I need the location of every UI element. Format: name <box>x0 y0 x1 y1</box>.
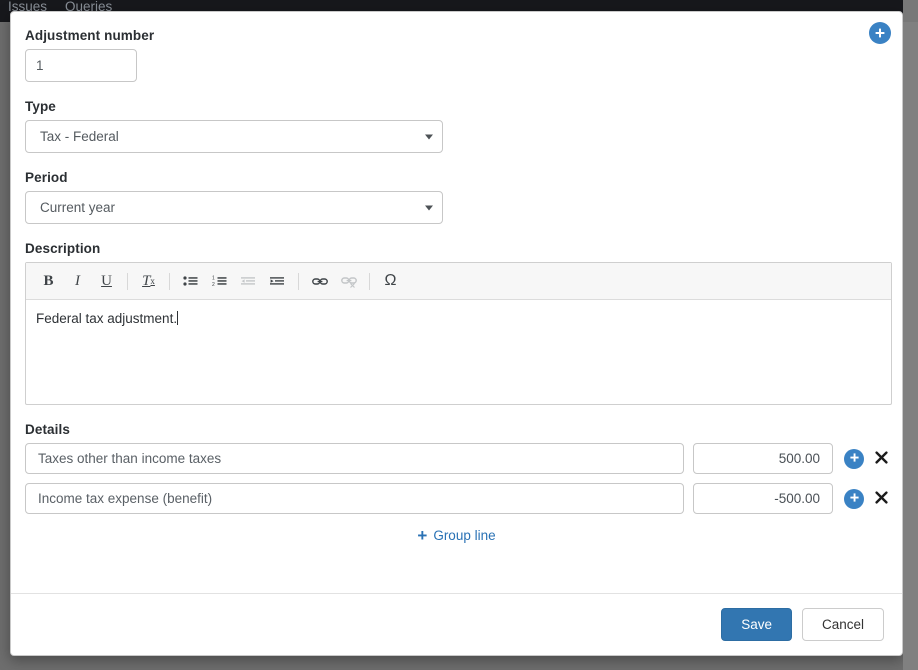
rich-text-editor: B I U Tx <box>25 262 892 405</box>
page-scrollbar-thumb[interactable] <box>903 22 918 670</box>
cancel-button[interactable]: Cancel <box>802 608 884 641</box>
period-select-value: Current year <box>40 200 115 215</box>
adjustment-number-label: Adjustment number <box>25 28 888 43</box>
unlink-icon[interactable] <box>335 268 362 294</box>
numbered-list-icon[interactable]: 1 2 <box>206 268 233 294</box>
detail-description-input[interactable]: Taxes other than income taxes <box>25 443 684 474</box>
plus-circle-icon <box>874 27 886 39</box>
text-cursor <box>177 311 178 325</box>
save-button[interactable]: Save <box>721 608 792 641</box>
type-select-value: Tax - Federal <box>40 129 119 144</box>
table-row: Income tax expense (benefit) -500.00 <box>25 483 888 514</box>
add-adjustment-button[interactable] <box>869 22 891 44</box>
description-label: Description <box>25 241 888 256</box>
modal-body: Adjustment number Type Tax - Federal Per… <box>11 12 902 593</box>
editor-toolbar: B I U Tx <box>26 263 891 300</box>
toolbar-separator <box>369 273 370 290</box>
type-label: Type <box>25 99 888 114</box>
detail-amount-input[interactable]: 500.00 <box>693 443 833 474</box>
underline-icon[interactable]: U <box>93 268 120 294</box>
link-icon[interactable] <box>306 268 333 294</box>
field-period: Period Current year <box>25 170 888 224</box>
detail-description-input[interactable]: Income tax expense (benefit) <box>25 483 684 514</box>
period-label: Period <box>25 170 888 185</box>
description-text: Federal tax adjustment. <box>36 311 177 326</box>
close-icon <box>875 491 888 507</box>
toolbar-separator <box>298 273 299 290</box>
plus-circle-icon <box>849 491 860 506</box>
period-select[interactable]: Current year <box>25 191 443 224</box>
group-line-button[interactable]: + Group line <box>25 527 888 544</box>
delete-detail-row-button[interactable] <box>875 491 888 507</box>
close-icon <box>875 451 888 467</box>
bulleted-list-icon[interactable] <box>177 268 204 294</box>
modal-footer: Save Cancel <box>11 593 902 655</box>
detail-amount-input[interactable]: -500.00 <box>693 483 833 514</box>
outdent-icon[interactable] <box>235 268 262 294</box>
details-section: Details Taxes other than income taxes 50… <box>25 422 888 544</box>
type-select[interactable]: Tax - Federal <box>25 120 443 153</box>
page-scrollbar[interactable] <box>903 0 918 670</box>
add-detail-row-button[interactable] <box>844 489 864 509</box>
add-detail-row-button[interactable] <box>844 449 864 469</box>
bold-icon[interactable]: B <box>35 268 62 294</box>
field-type: Type Tax - Federal <box>25 99 888 153</box>
toolbar-separator <box>169 273 170 290</box>
svg-text:2: 2 <box>212 282 215 288</box>
svg-text:1: 1 <box>212 275 215 281</box>
delete-detail-row-button[interactable] <box>875 451 888 467</box>
italic-icon[interactable]: I <box>64 268 91 294</box>
adjustment-modal: Adjustment number Type Tax - Federal Per… <box>10 11 903 656</box>
field-adjustment-number: Adjustment number <box>25 28 888 82</box>
plus-circle-icon <box>849 451 860 466</box>
plus-icon: + <box>417 527 427 544</box>
group-line-label: Group line <box>433 528 495 543</box>
indent-icon[interactable] <box>264 268 291 294</box>
adjustment-number-input[interactable] <box>25 49 137 82</box>
toolbar-separator <box>127 273 128 290</box>
table-row: Taxes other than income taxes 500.00 <box>25 443 888 474</box>
special-character-icon[interactable]: Ω <box>377 268 404 294</box>
remove-format-icon[interactable]: Tx <box>135 268 162 294</box>
field-description: Description B I U Tx <box>25 241 888 405</box>
details-label: Details <box>25 422 888 437</box>
description-editor-area[interactable]: Federal tax adjustment. <box>26 300 891 404</box>
